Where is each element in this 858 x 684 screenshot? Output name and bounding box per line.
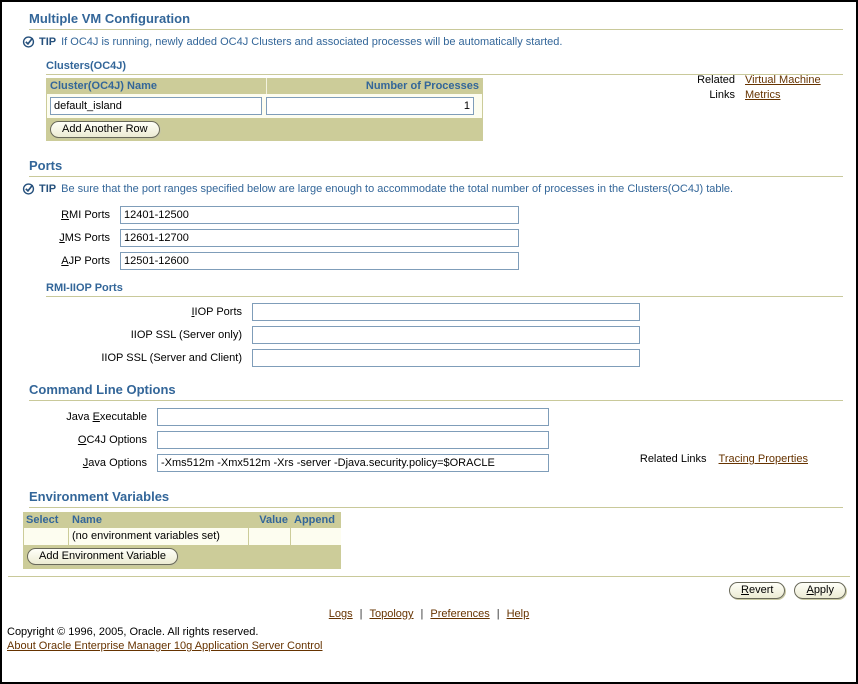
env-select-cell — [23, 528, 69, 545]
iiop-ssl-server-only-label: IIOP SSL (Server only) — [130, 329, 242, 341]
jms-ports-label: JMS Ports — [59, 232, 110, 244]
column-header-select: Select — [26, 514, 59, 526]
column-header-number-of-processes: Number of Processes — [266, 78, 483, 94]
env-value-cell — [249, 528, 291, 545]
java-options-input[interactable] — [157, 454, 549, 472]
tip-row-ports: TIP Be sure that the port ranges specifi… — [22, 182, 843, 199]
add-environment-variable-button[interactable]: Add Environment Variable — [27, 548, 178, 565]
ports-heading: Ports — [29, 158, 843, 177]
oc4j-options-input[interactable] — [157, 431, 549, 449]
add-another-row-button[interactable]: Add Another Row — [50, 121, 160, 138]
related-links-label: Related Links — [639, 453, 707, 465]
footer-separator: | — [420, 608, 424, 620]
column-header-value: Value — [259, 514, 288, 526]
page-title: Multiple VM Configuration — [29, 11, 843, 30]
tip-text: If OC4J is running, newly added OC4J Clu… — [61, 36, 563, 48]
related-links-top: Related Links Virtual Machine Metrics — [683, 73, 843, 103]
clusters-table-row — [46, 94, 483, 118]
related-links-label: Related Links — [697, 74, 735, 101]
footer-separator: | — [496, 608, 500, 620]
copyright-text: Copyright © 1996, 2005, Oracle. All righ… — [7, 626, 259, 638]
bottom-separator — [8, 576, 850, 577]
column-header-name: Name — [72, 514, 102, 526]
footer-separator: | — [359, 608, 363, 620]
env-empty-message: (no environment variables set) — [69, 528, 249, 545]
ajp-ports-label: AJP Ports — [61, 255, 110, 267]
env-table-header: Select Name Value Append — [23, 512, 341, 528]
clusters-table-footer: Add Another Row — [46, 118, 483, 141]
rmi-ports-label: RMI Ports — [61, 209, 110, 221]
tip-row-oc4j: TIP If OC4J is running, newly added OC4J… — [22, 35, 843, 52]
column-header-cluster-name: Cluster(OC4J) Name — [50, 80, 157, 92]
tracing-properties-link[interactable]: Tracing Properties — [719, 453, 808, 465]
help-link[interactable]: Help — [507, 608, 530, 620]
tip-label: TIP — [39, 36, 57, 48]
jms-ports-input[interactable] — [120, 229, 519, 247]
iiop-ssl-server-only-input[interactable] — [252, 326, 640, 344]
tip-check-icon — [22, 35, 36, 52]
about-oracle-em-link[interactable]: About Oracle Enterprise Manager 10g Appl… — [7, 640, 323, 652]
iiop-ssl-server-and-client-input[interactable] — [252, 349, 640, 367]
rmi-iiop-section: RMI-IIOP Ports IIOP Ports IIOP SSL (Serv… — [46, 282, 843, 367]
logs-link[interactable]: Logs — [329, 608, 353, 620]
env-table-footer: Add Environment Variable — [23, 545, 341, 568]
java-options-label: Java Options — [82, 457, 147, 469]
env-table-empty-row: (no environment variables set) — [23, 528, 341, 545]
iiop-ports-label: IIOP Ports — [191, 306, 242, 318]
java-executable-label: Java Executable — [66, 411, 147, 423]
related-links-middle: Related Links Tracing Properties — [640, 453, 808, 465]
java-executable-input[interactable] — [157, 408, 549, 426]
iiop-ports-input[interactable] — [252, 303, 640, 321]
ajp-ports-input[interactable] — [120, 252, 519, 270]
rmi-iiop-heading: RMI-IIOP Ports — [46, 282, 843, 297]
env-append-cell — [291, 528, 341, 545]
environment-variables-table: Select Name Value Append (no environment… — [23, 512, 341, 569]
oc4j-options-label: OC4J Options — [77, 434, 147, 446]
iiop-ssl-server-and-client-label: IIOP SSL (Server and Client) — [101, 352, 242, 364]
command-line-options-heading: Command Line Options — [29, 382, 843, 401]
cluster-name-cell — [48, 96, 264, 116]
tip-text: Be sure that the port ranges specified b… — [61, 183, 734, 195]
multiple-vm-configuration-page: Multiple VM Configuration TIP If OC4J is… — [0, 0, 858, 684]
apply-button[interactable]: Apply — [794, 582, 846, 599]
preferences-link[interactable]: Preferences — [430, 608, 489, 620]
clusters-table: Cluster(OC4J) Name Number of Processes A… — [46, 78, 483, 141]
rmi-ports-input[interactable] — [120, 206, 519, 224]
revert-button[interactable]: Revert — [729, 582, 786, 599]
column-header-append: Append — [294, 514, 335, 526]
tip-check-icon — [22, 182, 36, 199]
clusters-table-header: Cluster(OC4J) Name Number of Processes — [46, 78, 483, 94]
virtual-machine-metrics-link[interactable]: Virtual Machine Metrics — [745, 74, 821, 101]
footer-links: Logs | Topology | Preferences | Help — [2, 608, 856, 620]
environment-variables-heading: Environment Variables — [29, 489, 843, 508]
number-of-processes-input[interactable] — [266, 97, 474, 115]
topology-link[interactable]: Topology — [370, 608, 414, 620]
cluster-name-input[interactable] — [50, 97, 262, 115]
tip-label: TIP — [39, 183, 57, 195]
action-buttons: Revert Apply — [2, 582, 846, 599]
cluster-processes-cell — [264, 96, 476, 116]
